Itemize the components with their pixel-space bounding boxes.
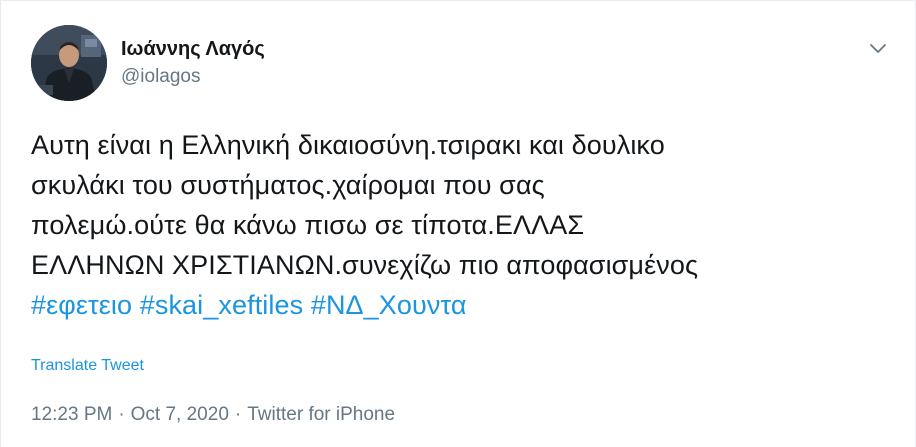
avatar-image (31, 25, 107, 101)
tweet-time[interactable]: 12:23 PM (31, 404, 112, 425)
separator: · (234, 404, 242, 425)
chevron-down-icon[interactable] (867, 37, 889, 59)
tweet-card: Ιωάννης Λαγός @iolagos Αυτη είναι η Ελλη… (0, 0, 916, 447)
hashtag-link[interactable]: #ΝΔ_Χουντα (311, 290, 467, 320)
separator: · (118, 404, 125, 425)
tweet-source[interactable]: Twitter for iPhone (247, 404, 395, 425)
hashtag-line: #εφετειο #skai_xeftiles #ΝΔ_Χουντα (31, 285, 891, 325)
hashtag-link[interactable]: #εφετειο (31, 290, 132, 320)
tweet-text: Αυτη είναι η Ελληνική δικαιοσύνη.τσιρακι… (31, 125, 891, 325)
translate-tweet-link[interactable]: Translate Tweet (31, 357, 144, 375)
user-handle[interactable]: @iolagos (121, 64, 265, 90)
hashtag-link[interactable]: #skai_xeftiles (140, 290, 303, 320)
avatar[interactable] (31, 25, 107, 101)
tweet-metadata: 12:23 PM · Oct 7, 2020 · Twitter for iPhone (31, 404, 395, 426)
user-info: Ιωάννης Λαγός @iolagos (121, 36, 265, 90)
tweet-header: Ιωάννης Λαγός @iolagos (31, 25, 265, 101)
tweet-date[interactable]: Oct 7, 2020 (131, 404, 229, 425)
display-name[interactable]: Ιωάννης Λαγός (121, 36, 265, 62)
tweet-text-line: σκυλάκι του συστήματος.χαίρομαι που σας (31, 170, 545, 200)
tweet-text-line: πολεμώ.ούτε θα κάνω πισω σε τίποτα.ΕΛΛΑΣ (31, 210, 585, 240)
tweet-text-line: ΕΛΛΗΝΩΝ ΧΡΙΣΤΙΑΝΩΝ.συνεχίζω πιο αποφασισ… (31, 250, 699, 280)
tweet-text-line: Αυτη είναι η Ελληνική δικαιοσύνη.τσιρακι… (31, 130, 665, 160)
